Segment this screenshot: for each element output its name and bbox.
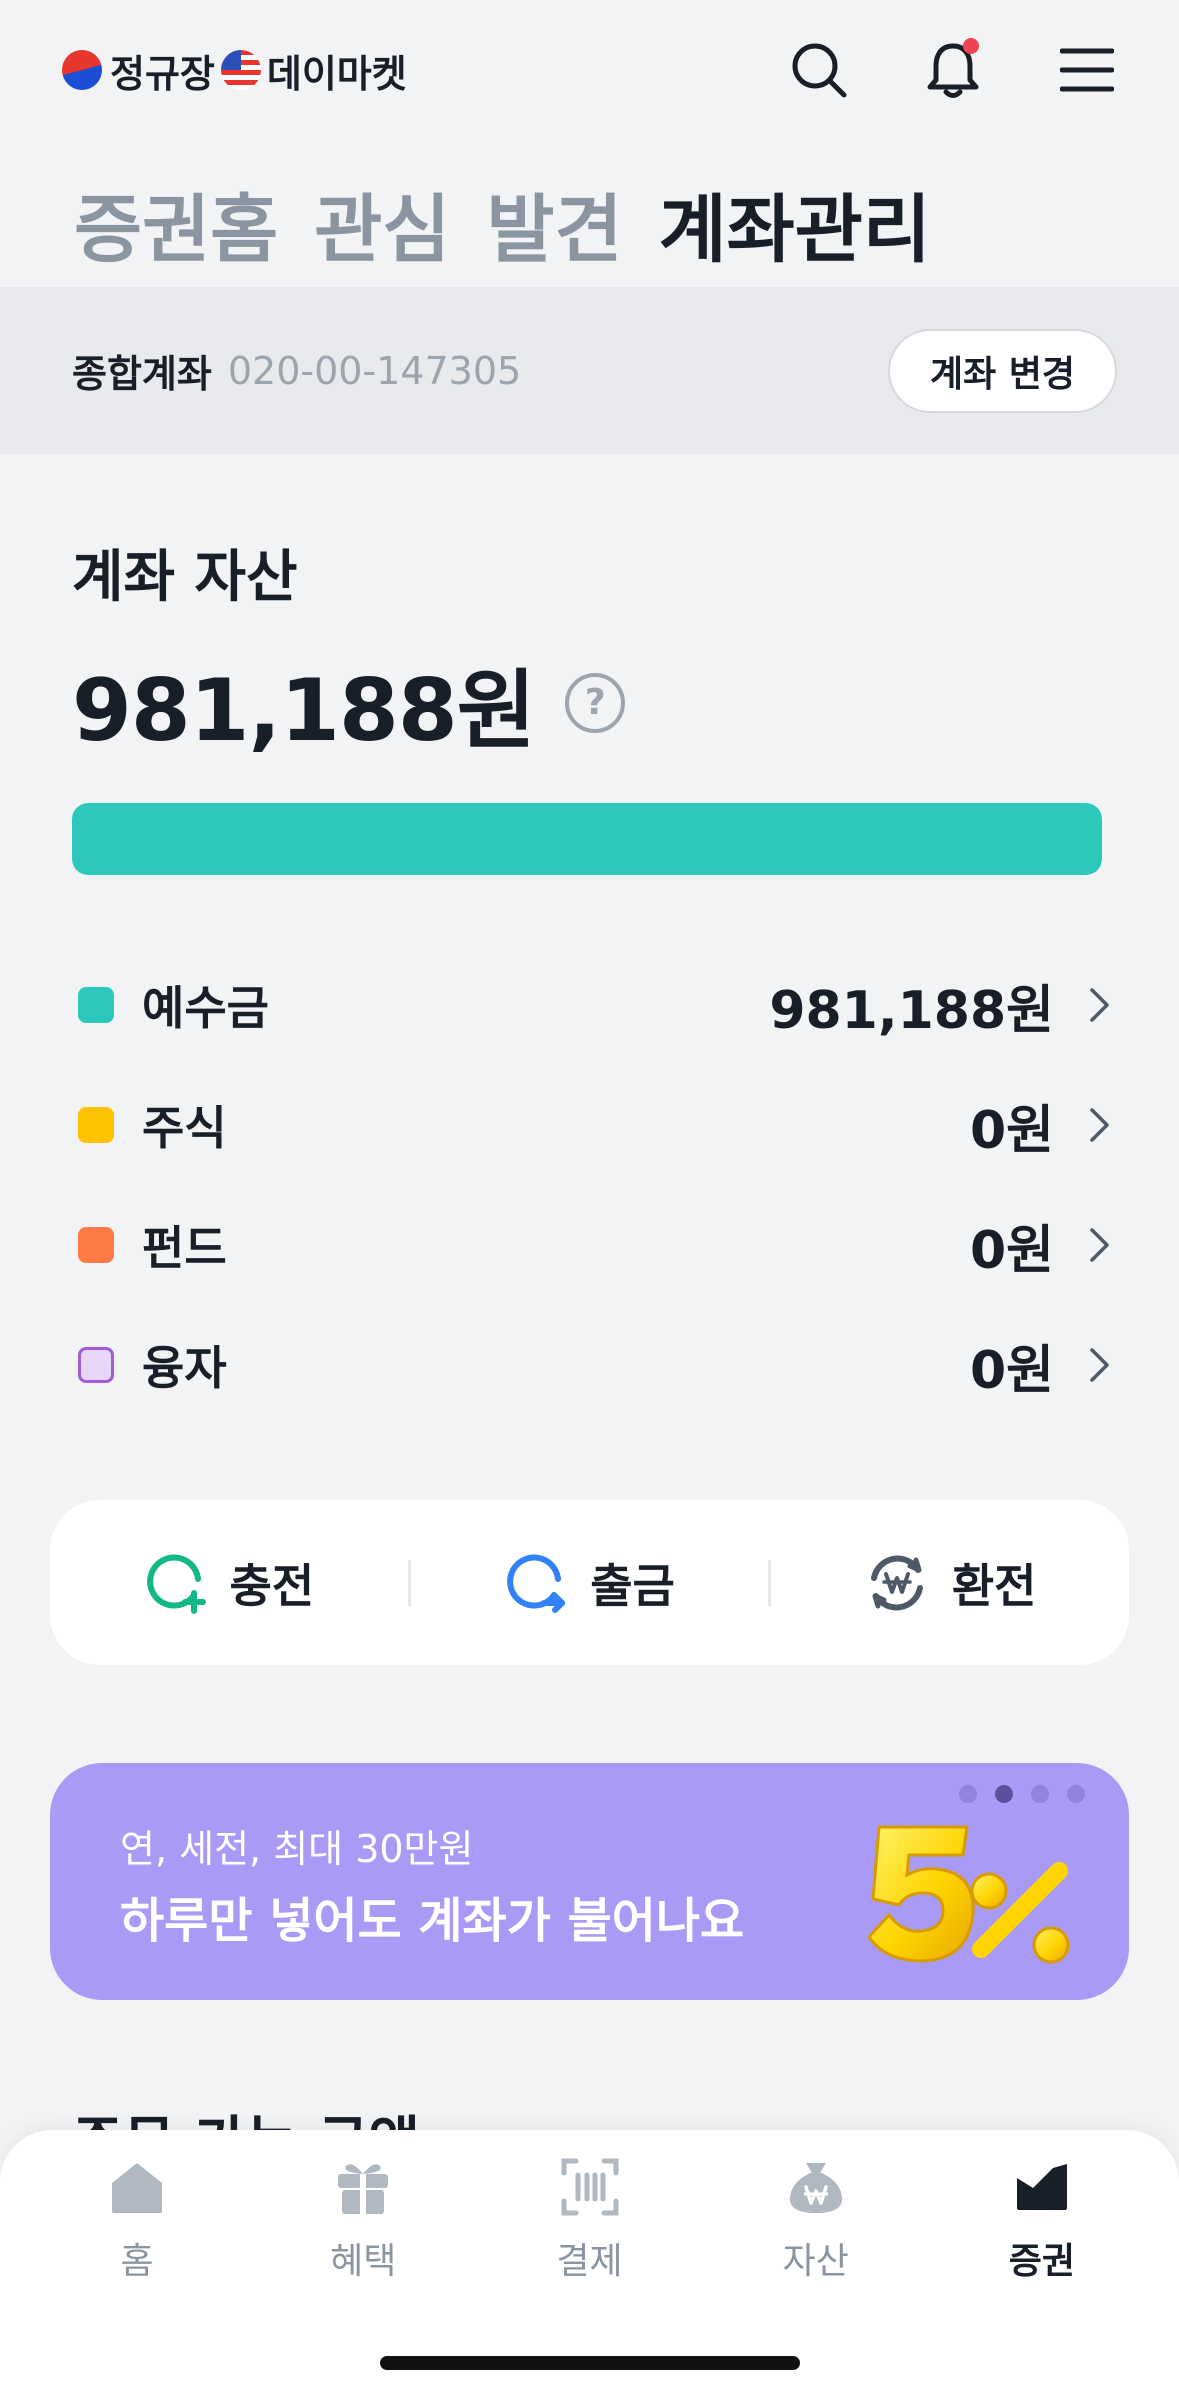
- asset-row-loan[interactable]: 융자 0원: [72, 1305, 1112, 1425]
- asset-row-value: 0원: [969, 1220, 1054, 1281]
- top-bar: 정규장 데이마켓: [0, 0, 1179, 140]
- charge-button[interactable]: 충전: [50, 1550, 408, 1616]
- brand-kr-label: 정규장: [110, 51, 215, 96]
- nav-label: 혜택: [330, 2241, 397, 2282]
- asset-breakdown-list: 예수금 981,188원 주식 0원 펀드 0원 융자 0원: [72, 945, 1112, 1425]
- chevron-right-icon: [1088, 1347, 1112, 1383]
- nav-home[interactable]: 홈: [24, 2156, 250, 2284]
- promo-banner[interactable]: 연, 세전, 최대 30만원 하루만 넣어도 계좌가 불어나요: [50, 1763, 1129, 2000]
- asset-row-value: 981,188원: [769, 980, 1054, 1041]
- home-icon: [106, 2156, 168, 2218]
- account-assets-title: 계좌 자산: [72, 545, 298, 610]
- action-card: 충전 출금 환전: [50, 1500, 1129, 1665]
- five-percent-icon: [867, 1825, 1070, 1964]
- asset-row-fund[interactable]: 펀드 0원: [72, 1185, 1112, 1305]
- nav-label: 자산: [782, 2241, 849, 2282]
- home-indicator[interactable]: [380, 2356, 800, 2370]
- nav-label: 증권: [1008, 2241, 1076, 2282]
- brand-us-label: 데이마켓: [266, 51, 407, 96]
- notification-button[interactable]: [923, 38, 983, 100]
- exchange-icon: [870, 1555, 923, 1610]
- tab-securities-home[interactable]: 증권홈: [74, 170, 278, 277]
- gift-icon: [332, 2156, 394, 2218]
- page-dot: [1067, 1785, 1085, 1803]
- asset-row-value: 0원: [969, 1100, 1054, 1161]
- barcode-icon: [559, 2156, 621, 2218]
- search-button[interactable]: [789, 40, 849, 100]
- nav-securities[interactable]: 증권: [929, 2156, 1155, 2284]
- asset-row-deposit[interactable]: 예수금 981,188원: [72, 945, 1112, 1065]
- nav-payment[interactable]: 결제: [476, 2156, 702, 2284]
- asset-bar-fill-deposit: [72, 803, 1102, 875]
- tab-watchlist[interactable]: 관심: [314, 170, 450, 277]
- asset-row-label: 펀드: [142, 1221, 227, 1275]
- stock-chart-icon: [1011, 2156, 1073, 2218]
- asset-row-stock[interactable]: 주식 0원: [72, 1065, 1112, 1185]
- banner-page-indicator: [959, 1785, 1085, 1803]
- search-icon: [792, 43, 847, 98]
- tab-discover[interactable]: 발견: [486, 170, 622, 277]
- withdraw-label: 출금: [590, 1558, 675, 1613]
- chevron-right-icon: [1088, 1107, 1112, 1143]
- hamburger-menu-icon: [1060, 48, 1114, 92]
- chevron-right-icon: [1088, 987, 1112, 1023]
- section-tabs: 증권홈 관심 발견 계좌관리: [74, 170, 931, 277]
- withdraw-button[interactable]: 출금: [411, 1550, 769, 1616]
- charge-icon: [146, 1554, 206, 1614]
- nav-label: 홈: [120, 2241, 154, 2282]
- nav-assets[interactable]: 자산: [703, 2156, 929, 2284]
- tab-account-management[interactable]: 계좌관리: [659, 170, 931, 277]
- page-dot: [959, 1785, 977, 1803]
- money-bag-icon: [785, 2156, 847, 2218]
- asset-row-label: 주식: [142, 1101, 227, 1155]
- page-dot: [1031, 1785, 1049, 1803]
- notification-badge: [963, 38, 979, 54]
- change-account-button[interactable]: 계좌 변경: [887, 328, 1117, 413]
- asset-distribution-bar: [72, 803, 1102, 875]
- exchange-button[interactable]: 환전: [771, 1550, 1129, 1616]
- menu-button[interactable]: [1057, 40, 1117, 100]
- nav-label: 결제: [556, 2241, 623, 2282]
- total-amount: 981,188원: [72, 661, 536, 761]
- korea-flag-icon: [62, 50, 102, 90]
- deposit-color-dot: [78, 987, 114, 1023]
- exchange-label: 환전: [951, 1558, 1037, 1613]
- asset-row-label: 융자: [142, 1341, 227, 1395]
- page-dot-active: [995, 1785, 1013, 1803]
- brand[interactable]: 정규장 데이마켓: [62, 43, 407, 98]
- account-number: 020-00-147305: [227, 348, 522, 393]
- nav-benefits[interactable]: 혜택: [250, 2156, 476, 2284]
- banner-title: 하루만 넣어도 계좌가 불어나요: [120, 1893, 745, 1949]
- asset-row-value: 0원: [969, 1340, 1054, 1401]
- fund-color-dot: [78, 1227, 114, 1263]
- loan-color-dot: [78, 1347, 114, 1383]
- withdraw-icon: [507, 1554, 566, 1613]
- banner-subtitle: 연, 세전, 최대 30만원: [120, 1827, 474, 1871]
- us-flag-icon: [220, 50, 261, 90]
- chevron-right-icon: [1088, 1227, 1112, 1263]
- account-assets-total: 981,188원 ?: [72, 640, 625, 765]
- stock-color-dot: [78, 1107, 114, 1143]
- asset-row-label: 예수금: [142, 981, 269, 1035]
- account-strip: 종합계좌 020-00-147305 계좌 변경: [0, 287, 1179, 454]
- help-icon[interactable]: ?: [564, 672, 625, 733]
- account-type-label: 종합계좌: [72, 352, 212, 396]
- charge-label: 충전: [229, 1558, 315, 1613]
